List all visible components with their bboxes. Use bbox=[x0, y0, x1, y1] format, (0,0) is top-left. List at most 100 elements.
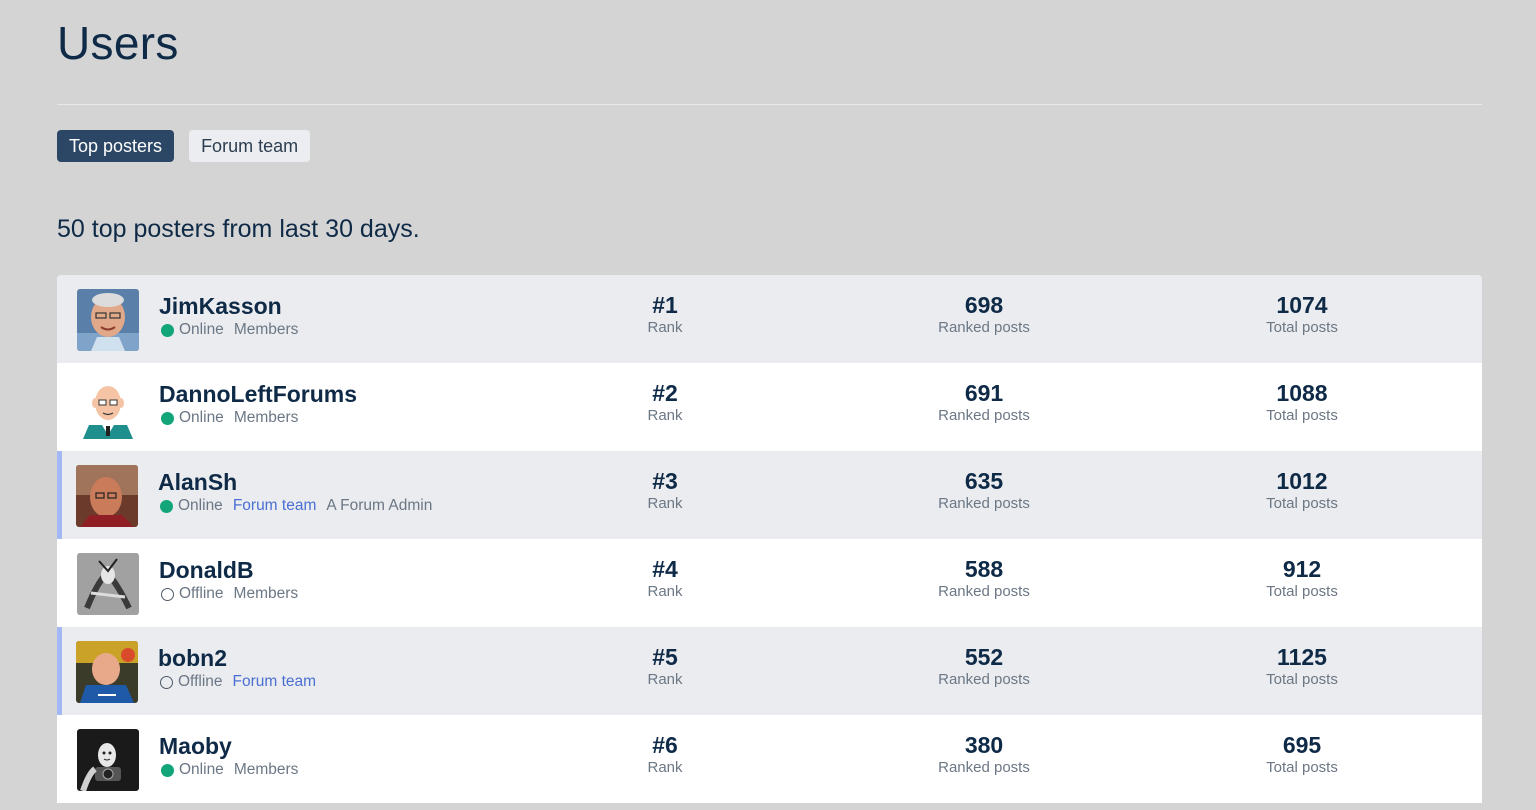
group-link-forum-team[interactable]: Forum team bbox=[233, 497, 317, 515]
total-posts-stat: 695 Total posts bbox=[1222, 732, 1382, 778]
status-label: Online bbox=[179, 761, 224, 778]
total-posts-value: 1125 bbox=[1277, 644, 1327, 670]
ranked-posts-label: Ranked posts bbox=[938, 671, 1030, 688]
status-label: Online bbox=[178, 497, 223, 514]
user-meta: Offline Forum team bbox=[160, 673, 316, 691]
avatar[interactable] bbox=[77, 289, 139, 351]
status-label: Online bbox=[179, 409, 224, 426]
rank-value: #4 bbox=[652, 556, 678, 582]
username[interactable]: Maoby bbox=[159, 733, 232, 760]
group-label: A Forum Admin bbox=[326, 497, 433, 514]
offline-dot-icon bbox=[161, 587, 174, 601]
ranked-posts-stat: 635 Ranked posts bbox=[904, 468, 1064, 514]
tab-top-posters[interactable]: Top posters bbox=[57, 130, 175, 162]
top-posters-list: JimKasson Online Members #1 Rank 698 Ranke… bbox=[57, 275, 1482, 803]
rank-label: Rank bbox=[647, 407, 683, 424]
ranked-posts-value: 552 bbox=[964, 644, 1004, 670]
rank-label: Rank bbox=[647, 759, 683, 776]
rank-stat: #5 Rank bbox=[585, 644, 745, 690]
total-posts-value: 912 bbox=[1282, 556, 1322, 582]
username[interactable]: bobn2 bbox=[158, 645, 227, 672]
rank-label: Rank bbox=[647, 583, 683, 600]
list-item: DonaldB Offline Members #4 Rank 588 Ranked… bbox=[57, 539, 1482, 627]
ranked-posts-label: Ranked posts bbox=[938, 583, 1030, 600]
tab-forum-team[interactable]: Forum team bbox=[189, 130, 311, 162]
total-posts-value: 1088 bbox=[1276, 380, 1328, 406]
users-page: Users Top posters Forum team 50 top post… bbox=[0, 0, 1536, 810]
total-posts-value: 1074 bbox=[1276, 292, 1328, 318]
rank-label: Rank bbox=[647, 671, 683, 688]
rank-stat: #1 Rank bbox=[585, 292, 745, 338]
total-posts-stat: 1088 Total posts bbox=[1222, 380, 1382, 426]
online-dot-icon bbox=[161, 411, 174, 425]
group-label: Members bbox=[233, 321, 299, 338]
rank-label: Rank bbox=[647, 495, 683, 512]
total-posts-stat: 1074 Total posts bbox=[1222, 292, 1382, 338]
tab-bar: Top posters Forum team bbox=[57, 130, 311, 162]
list-item: JimKasson Online Members #1 Rank 698 Ranke… bbox=[57, 275, 1482, 363]
rank-stat: #2 Rank bbox=[585, 380, 745, 426]
total-posts-stat: 912 Total posts bbox=[1222, 556, 1382, 602]
rank-value: #3 bbox=[652, 468, 678, 494]
offline-dot-icon bbox=[160, 675, 173, 689]
avatar[interactable] bbox=[77, 729, 139, 791]
group-label: Members bbox=[233, 761, 299, 778]
list-item: AlanSh Online Forum team A Forum Admin #… bbox=[57, 451, 1482, 539]
ranked-posts-value: 588 bbox=[964, 556, 1004, 582]
total-posts-label: Total posts bbox=[1266, 407, 1338, 424]
ranked-posts-value: 380 bbox=[964, 732, 1004, 758]
ranked-posts-value: 698 bbox=[964, 292, 1004, 318]
status: Online bbox=[161, 761, 224, 779]
rank-value: #1 bbox=[652, 292, 678, 318]
avatar[interactable] bbox=[77, 553, 139, 615]
username[interactable]: DonaldB bbox=[159, 557, 254, 584]
total-posts-label: Total posts bbox=[1266, 495, 1338, 512]
ranked-posts-stat: 698 Ranked posts bbox=[904, 292, 1064, 338]
status: Offline bbox=[161, 585, 224, 603]
status: Online bbox=[161, 321, 224, 339]
rank-label: Rank bbox=[647, 319, 683, 336]
status: Online bbox=[160, 497, 223, 515]
total-posts-label: Total posts bbox=[1266, 759, 1338, 776]
status-label: Offline bbox=[178, 673, 223, 690]
online-dot-icon bbox=[160, 499, 173, 513]
rank-stat: #3 Rank bbox=[585, 468, 745, 514]
username[interactable]: AlanSh bbox=[158, 469, 237, 496]
ranked-posts-stat: 552 Ranked posts bbox=[904, 644, 1064, 690]
list-item: Maoby Online Members #6 Rank 380 Ranked po… bbox=[57, 715, 1482, 803]
status: Offline bbox=[160, 673, 223, 691]
online-dot-icon bbox=[161, 323, 174, 337]
total-posts-label: Total posts bbox=[1266, 671, 1338, 688]
total-posts-stat: 1125 Total posts bbox=[1222, 644, 1382, 690]
user-meta: Offline Members bbox=[161, 585, 298, 603]
total-posts-value: 1012 bbox=[1276, 468, 1328, 494]
username[interactable]: DannoLeftForums bbox=[159, 381, 357, 408]
total-posts-value: 695 bbox=[1282, 732, 1322, 758]
ranked-posts-value: 635 bbox=[964, 468, 1004, 494]
user-meta: Online Members bbox=[161, 321, 298, 339]
group-label: Members bbox=[233, 409, 299, 426]
user-meta: Online Forum team A Forum Admin bbox=[160, 497, 432, 515]
list-item: DannoLeftForums Online Members #2 Rank 69… bbox=[57, 363, 1482, 451]
group-link-forum-team[interactable]: Forum team bbox=[233, 673, 317, 691]
rank-value: #2 bbox=[652, 380, 678, 406]
username[interactable]: JimKasson bbox=[159, 293, 282, 320]
rank-stat: #6 Rank bbox=[585, 732, 745, 778]
user-meta: Online Members bbox=[161, 761, 298, 779]
rank-stat: #4 Rank bbox=[585, 556, 745, 602]
ranked-posts-label: Ranked posts bbox=[938, 319, 1030, 336]
status-label: Offline bbox=[179, 585, 224, 602]
avatar[interactable] bbox=[77, 377, 139, 439]
avatar[interactable] bbox=[76, 641, 138, 703]
status: Online bbox=[161, 409, 224, 427]
list-item: bobn2 Offline Forum team #5 Rank 552 Ranke… bbox=[57, 627, 1482, 715]
user-meta: Online Members bbox=[161, 409, 298, 427]
ranked-posts-label: Ranked posts bbox=[938, 495, 1030, 512]
rank-value: #6 bbox=[652, 732, 678, 758]
online-dot-icon bbox=[161, 763, 174, 777]
rank-value: #5 bbox=[652, 644, 678, 670]
group-label: Members bbox=[233, 585, 299, 602]
avatar[interactable] bbox=[76, 465, 138, 527]
ranked-posts-stat: 588 Ranked posts bbox=[904, 556, 1064, 602]
status-label: Online bbox=[179, 321, 224, 338]
